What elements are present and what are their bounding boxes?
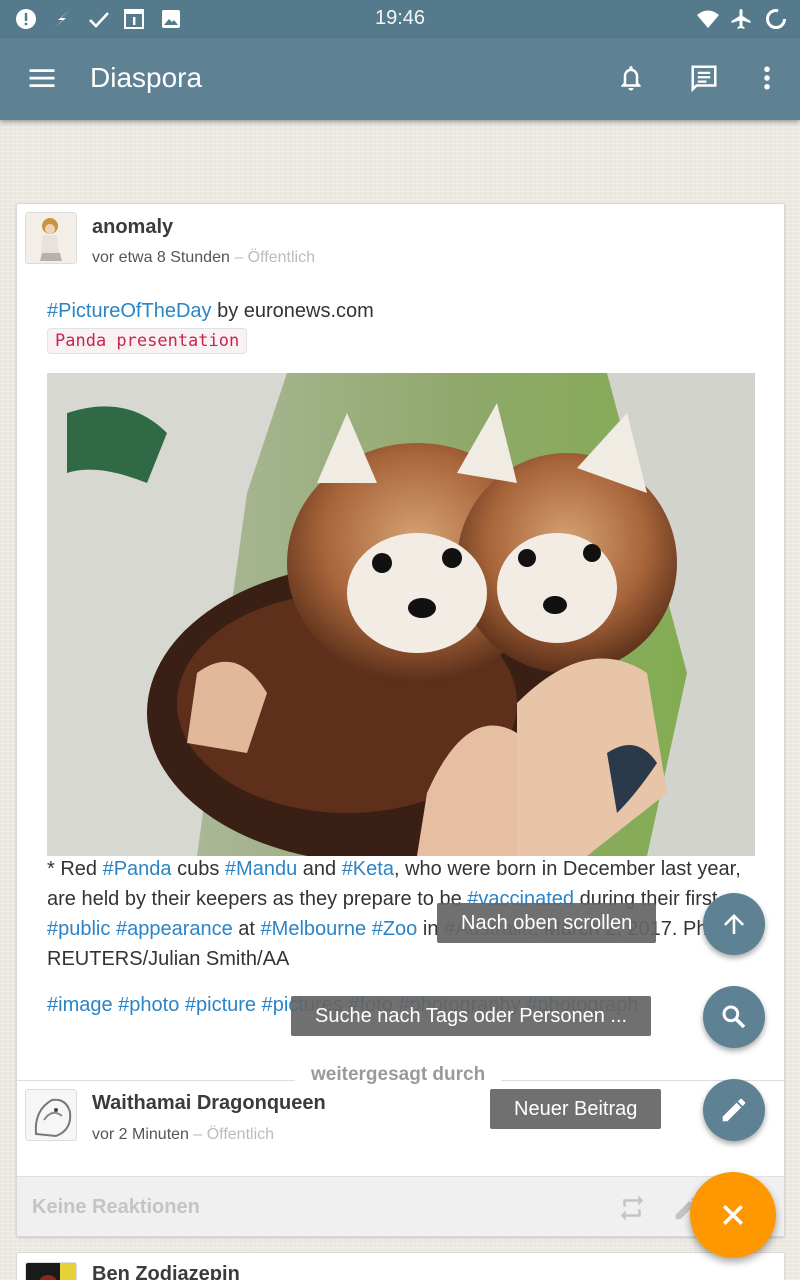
search-icon <box>722 1005 746 1029</box>
code-chip: Panda presentation <box>47 328 248 354</box>
caption-text: cubs <box>171 858 225 880</box>
hashtag-link[interactable]: #Zoo <box>372 918 418 940</box>
reshare-icon[interactable] <box>617 1193 647 1223</box>
visibility-label: Öffentlich <box>247 249 315 266</box>
airplane-icon <box>729 7 753 31</box>
reactions-label[interactable]: Keine Reaktionen <box>32 1196 200 1219</box>
post-time[interactable]: vor etwa 8 Stunden <box>92 249 230 266</box>
arrow-up-icon <box>724 914 744 934</box>
hashtag-link[interactable]: #Mandu <box>225 858 297 880</box>
author-name[interactable]: anomaly <box>92 216 173 239</box>
search-label[interactable]: Suche nach Tags oder Personen ... <box>291 996 652 1036</box>
new-post-label[interactable]: Neuer Beitrag <box>490 1089 662 1129</box>
post-photo[interactable] <box>47 373 755 856</box>
resharer-name[interactable]: Waithamai Dragonqueen <box>92 1092 326 1115</box>
hashtag-link[interactable]: #Keta <box>342 858 394 880</box>
close-fab-button[interactable] <box>690 1172 776 1258</box>
hashtag-link[interactable]: #appearance <box>116 918 233 940</box>
post-meta: vor etwa 8 Stunden – Öffentlich <box>92 249 315 267</box>
caption-text: * Red <box>47 858 103 880</box>
resharer-avatar[interactable] <box>25 1089 77 1141</box>
message-icon[interactable] <box>684 58 724 98</box>
scroll-top-button[interactable] <box>703 893 765 955</box>
visibility-label: Öffentlich <box>206 1126 275 1143</box>
next-post-card: Ben Zodiazepin <box>16 1252 785 1280</box>
status-bar: 19:46 <box>0 0 800 38</box>
hashtag-link[interactable]: #public <box>47 918 110 940</box>
reshared-label: weitergesagt durch <box>295 1064 502 1086</box>
hashtag-link[interactable]: #PictureOfTheDay <box>47 300 212 322</box>
wifi-icon <box>696 7 720 31</box>
headline-text: by euronews.com <box>211 300 374 322</box>
caption-text: at <box>232 918 261 940</box>
more-vert-icon[interactable] <box>747 58 787 98</box>
author-avatar[interactable] <box>25 212 77 264</box>
scroll-top-label[interactable]: Nach oben scrollen <box>437 903 657 943</box>
resharer-meta: vor 2 Minuten – Öffentlich <box>92 1126 274 1144</box>
bell-icon[interactable] <box>611 58 651 98</box>
post-footer: Keine Reaktionen <box>17 1176 784 1236</box>
next-author-name[interactable]: Ben Zodiazepin <box>92 1263 240 1280</box>
caption-text: and <box>297 858 342 880</box>
post-headline: #PictureOfTheDay by euronews.com <box>47 296 374 326</box>
hashtag-link[interactable]: #Panda <box>103 858 172 880</box>
close-icon <box>723 1205 743 1225</box>
meta-separator: – <box>188 1126 207 1143</box>
clock: 19:46 <box>374 7 426 29</box>
app-bar: Diaspora <box>0 38 800 120</box>
resharer-time[interactable]: vor 2 Minuten <box>92 1126 189 1143</box>
menu-icon[interactable] <box>22 58 62 98</box>
sync-icon <box>764 7 788 31</box>
next-author-avatar[interactable] <box>25 1262 77 1280</box>
meta-separator: – <box>229 249 248 266</box>
hashtag-link[interactable]: #Melbourne <box>261 918 367 940</box>
app-title: Diaspora <box>90 62 203 93</box>
new-post-button[interactable] <box>703 1079 765 1141</box>
pencil-icon <box>722 1098 746 1122</box>
search-button[interactable] <box>703 986 765 1048</box>
post-card: anomaly vor etwa 8 Stunden – Öffentlich … <box>16 203 785 1237</box>
